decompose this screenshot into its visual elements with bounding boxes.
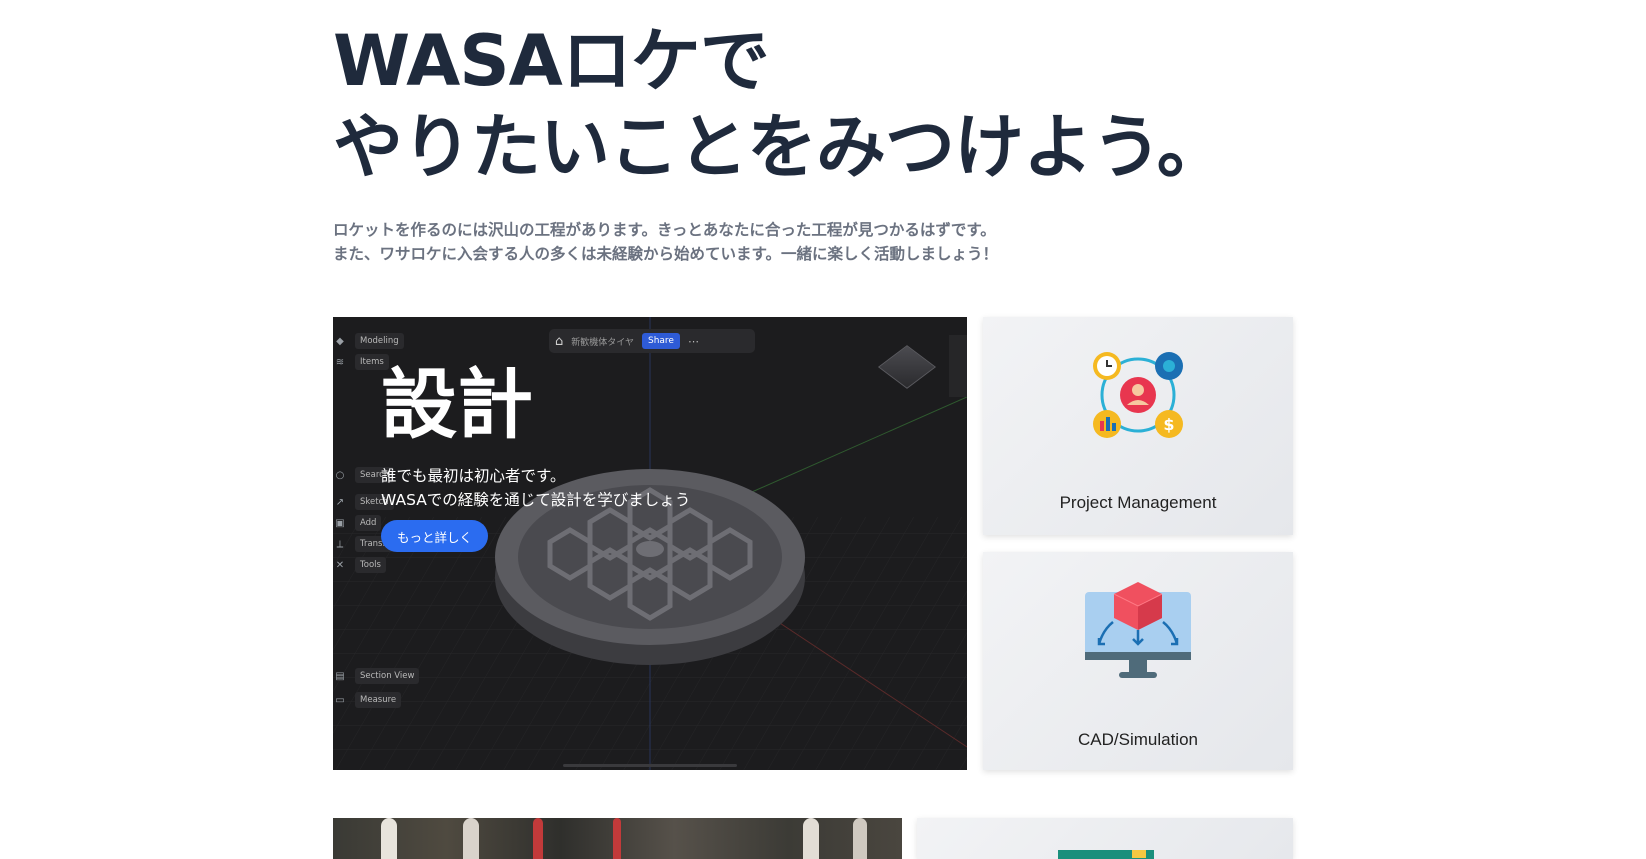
rocket-shape — [381, 818, 397, 859]
hero-title: WASAロケで やりたいことをみつけよう。 — [333, 18, 1333, 190]
cad-tool-section-view[interactable]: ▤ Section View — [333, 668, 420, 684]
hero-desc-line1: ロケットを作るのには沢山の工程があります。きっとあなたに合った工程が見つかるはず… — [333, 221, 996, 239]
layers-icon: ≋ — [335, 356, 345, 368]
section-view-icon: ▤ — [335, 670, 345, 682]
cad-tool-modeling[interactable]: ◆ Modeling — [333, 333, 404, 349]
cad-toolbar: ⌂ 新歓機体タイヤ Share ⋯ — [549, 329, 755, 353]
cad-tool-tools[interactable]: ✕ Tools — [333, 557, 386, 573]
hero-desc-line2: また、ワサロケに入会する人の多くは未経験から始めています。一緒に楽しく活動しまし… — [333, 245, 998, 263]
design-description: 誰でも最初は初心者です。 WASAでの経験を通じて設計を学びましょう — [381, 464, 690, 512]
hero-description: ロケットを作るのには沢山の工程があります。きっとあなたに合った工程が見つかるはず… — [333, 218, 1333, 266]
rocket-shape — [803, 818, 819, 859]
more-details-button[interactable]: もっと詳しく — [381, 520, 489, 552]
hero-section: WASAロケで やりたいことをみつけよう。 ロケットを作るのには沢山の工程があり… — [333, 18, 1333, 266]
project-management-icon: $ — [1093, 352, 1183, 438]
rocket-shape — [853, 818, 867, 859]
cad-share-button[interactable]: Share — [642, 333, 680, 349]
cad-right-toolbar — [949, 335, 967, 397]
measure-icon: ▭ — [335, 694, 345, 706]
cad-tool-measure[interactable]: ▭ Measure — [333, 692, 402, 708]
rocket-shape — [533, 818, 543, 859]
design-title: 設計 — [381, 360, 533, 449]
cad-simulation-label: CAD/Simulation — [1078, 730, 1198, 749]
search-icon: ○ — [335, 469, 345, 481]
card-icon-accent — [1132, 850, 1146, 858]
sketch-icon: ↗ — [335, 496, 345, 508]
next-card[interactable] — [917, 818, 1293, 859]
rocket-shape — [613, 818, 621, 859]
modeling-icon: ◆ — [336, 335, 344, 347]
design-card[interactable]: ⌂ 新歓機体タイヤ Share ⋯ ◆ Modeling ≋ Items ○ Sear… — [333, 317, 967, 770]
tools-icon: ✕ — [335, 559, 345, 571]
cad-simulation-icon — [1085, 582, 1191, 678]
add-icon: ▣ — [335, 517, 345, 529]
project-management-card[interactable]: $ Project Management — [983, 317, 1293, 535]
cad-tool-add[interactable]: ▣ Add — [333, 515, 382, 531]
transform-icon: ⟂ — [336, 538, 344, 550]
design-desc-line1: 誰でも最初は初心者です。 — [381, 467, 566, 485]
project-management-label: Project Management — [1059, 493, 1217, 512]
hero-title-line1: WASAロケで — [333, 20, 770, 102]
hero-title-line2: やりたいことをみつけよう。 — [333, 106, 1227, 188]
more-icon[interactable]: ⋯ — [688, 335, 699, 348]
rocket-shape — [463, 818, 479, 859]
rocket-photo-card[interactable] — [333, 818, 902, 859]
home-icon[interactable]: ⌂ — [555, 334, 563, 349]
svg-text:$: $ — [1163, 415, 1174, 434]
design-desc-line2: WASAでの経験を通じて設計を学びましょう — [381, 491, 691, 509]
cad-simulation-card[interactable]: CAD/Simulation — [983, 552, 1293, 770]
cad-document-name: 新歓機体タイヤ — [571, 337, 634, 348]
cad-scrollbar[interactable] — [563, 764, 737, 767]
